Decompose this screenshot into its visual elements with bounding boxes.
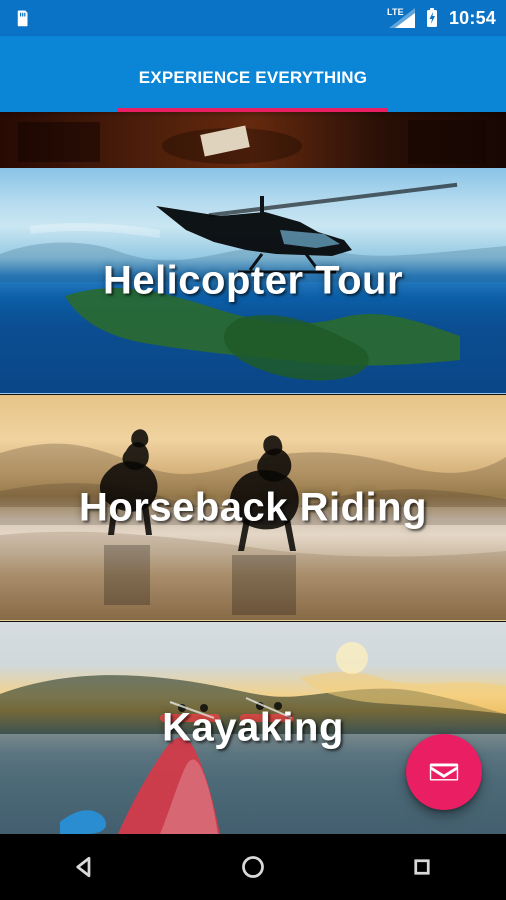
navigation-bar (0, 834, 506, 900)
card-top[interactable] (0, 112, 506, 168)
app-bar: EXPERIENCE EVERYTHING (0, 36, 506, 112)
page-title: EXPERIENCE EVERYTHING (138, 68, 368, 87)
nav-recents-button[interactable] (392, 837, 452, 897)
card-top-image (0, 112, 506, 168)
experience-list[interactable]: Helicopter Tour Horseback Riding Kayakin… (0, 112, 506, 834)
status-bar: LTE 10:54 (0, 0, 506, 36)
battery-charging-icon (425, 8, 439, 28)
nav-home-button[interactable] (223, 837, 283, 897)
recents-square-icon (414, 859, 430, 875)
nav-back-button[interactable] (54, 837, 114, 897)
status-time: 10:54 (448, 7, 496, 28)
tab-indicator (118, 108, 388, 112)
sd-card-icon (14, 8, 32, 28)
card-helicopter-tour[interactable]: Helicopter Tour (0, 168, 506, 394)
email-fab-button[interactable] (406, 734, 482, 810)
card-horseback-riding-label: Horseback Riding (78, 485, 428, 529)
cell-signal-icon: LTE (386, 7, 415, 28)
home-circle-icon (242, 856, 264, 878)
lte-label: LTE (386, 7, 404, 17)
envelope-icon (429, 763, 459, 781)
status-right-cluster: LTE 10:54 (386, 0, 496, 36)
card-horseback-riding[interactable]: Horseback Riding (0, 395, 506, 621)
card-helicopter-tour-label: Helicopter Tour (102, 258, 404, 302)
back-triangle-icon (76, 856, 91, 878)
